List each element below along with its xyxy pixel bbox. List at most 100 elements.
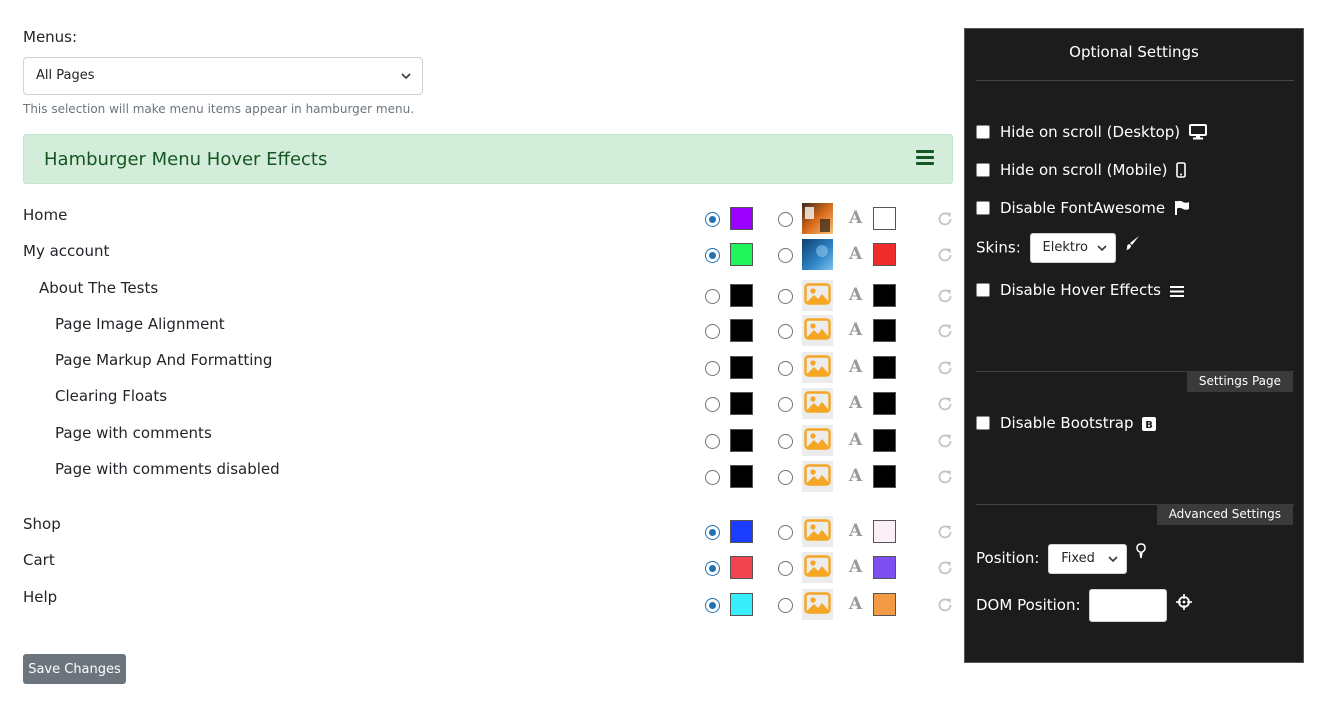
text-color-swatch[interactable]	[872, 519, 897, 544]
text-color-swatch[interactable]	[872, 555, 897, 580]
reset-icon[interactable]	[936, 468, 954, 486]
text-color-icon: A	[849, 320, 863, 340]
color-mode-radio[interactable]	[705, 525, 720, 540]
color-mode-radio[interactable]	[705, 212, 720, 227]
image-mode-radio[interactable]	[778, 324, 793, 339]
position-select[interactable]: Fixed	[1048, 543, 1128, 574]
color-mode-radio[interactable]	[705, 289, 720, 304]
image-thumbnail[interactable]	[802, 203, 833, 234]
reset-icon[interactable]	[936, 210, 954, 228]
image-mode-radio[interactable]	[778, 470, 793, 485]
hide-scroll-mobile-checkbox[interactable]	[976, 163, 990, 177]
background-color-swatch[interactable]	[729, 555, 754, 580]
settings-page-tab[interactable]: Settings Page	[1186, 371, 1293, 392]
disable-bootstrap-checkbox[interactable]	[976, 416, 990, 430]
image-placeholder-icon[interactable]	[802, 388, 833, 419]
text-color-swatch[interactable]	[872, 355, 897, 380]
image-mode-radio[interactable]	[778, 289, 793, 304]
background-color-swatch[interactable]	[729, 519, 754, 544]
background-color-swatch[interactable]	[729, 206, 754, 231]
image-mode-radio[interactable]	[778, 212, 793, 227]
hide-scroll-mobile-option[interactable]: Hide on scroll (Mobile)	[976, 161, 1187, 183]
image-placeholder-icon[interactable]	[802, 425, 833, 456]
reset-icon[interactable]	[936, 395, 954, 413]
background-color-swatch[interactable]	[729, 242, 754, 267]
text-color-swatch[interactable]	[872, 283, 897, 308]
bars-icon	[1169, 284, 1184, 302]
hide-scroll-desktop-checkbox[interactable]	[976, 125, 990, 139]
position-option: Position: Fixed	[976, 543, 1146, 577]
image-mode-radio[interactable]	[778, 361, 793, 376]
image-thumbnail[interactable]	[802, 239, 833, 270]
reset-icon[interactable]	[936, 523, 954, 541]
advanced-settings-tab[interactable]: Advanced Settings	[1156, 504, 1293, 525]
disable-bootstrap-option[interactable]: Disable Bootstrap B	[976, 414, 1157, 436]
image-mode-radio[interactable]	[778, 397, 793, 412]
reset-icon[interactable]	[936, 432, 954, 450]
background-color-swatch[interactable]	[729, 283, 754, 308]
panel-title: Optional Settings	[1069, 43, 1199, 61]
image-placeholder-icon[interactable]	[802, 352, 833, 383]
image-mode-radio[interactable]	[778, 598, 793, 613]
text-color-icon: A	[849, 594, 863, 614]
menu-item-row: My account A	[0, 239, 960, 272]
text-color-swatch[interactable]	[872, 464, 897, 489]
background-color-swatch[interactable]	[729, 355, 754, 380]
skins-select[interactable]: Elektro	[1029, 233, 1116, 263]
text-color-swatch[interactable]	[872, 592, 897, 617]
disable-hover-checkbox[interactable]	[976, 283, 990, 297]
color-mode-radio[interactable]	[705, 470, 720, 485]
color-mode-radio[interactable]	[705, 248, 720, 263]
hamburger-icon[interactable]	[915, 149, 935, 166]
reset-icon[interactable]	[936, 559, 954, 577]
dom-position-input[interactable]	[1089, 589, 1168, 622]
chevron-down-icon	[1096, 235, 1108, 272]
text-color-swatch[interactable]	[872, 318, 897, 343]
color-mode-radio[interactable]	[705, 324, 720, 339]
reset-icon[interactable]	[936, 287, 954, 305]
text-color-swatch[interactable]	[872, 428, 897, 453]
menus-select[interactable]: All Pages	[23, 57, 423, 95]
color-mode-radio[interactable]	[705, 434, 720, 449]
color-mode-radio[interactable]	[705, 397, 720, 412]
hide-scroll-mobile-label: Hide on scroll (Mobile)	[1000, 161, 1168, 179]
color-mode-radio[interactable]	[705, 361, 720, 376]
hide-scroll-desktop-option[interactable]: Hide on scroll (Desktop)	[976, 123, 1207, 145]
save-changes-button[interactable]: Save Changes	[23, 654, 126, 684]
hide-scroll-desktop-label: Hide on scroll (Desktop)	[1000, 123, 1181, 141]
image-placeholder-icon[interactable]	[802, 589, 833, 620]
reset-icon[interactable]	[936, 322, 954, 340]
background-color-swatch[interactable]	[729, 464, 754, 489]
map-pin-icon	[1136, 543, 1146, 563]
disable-hover-option[interactable]: Disable Hover Effects	[976, 281, 1184, 303]
image-placeholder-icon[interactable]	[802, 315, 833, 346]
crosshairs-icon[interactable]	[1176, 594, 1193, 614]
text-color-swatch[interactable]	[872, 206, 897, 231]
reset-icon[interactable]	[936, 246, 954, 264]
image-mode-radio[interactable]	[778, 434, 793, 449]
image-mode-radio[interactable]	[778, 561, 793, 576]
background-color-swatch[interactable]	[729, 318, 754, 343]
reset-icon[interactable]	[936, 596, 954, 614]
disable-fontawesome-checkbox[interactable]	[976, 201, 990, 215]
text-color-swatch[interactable]	[872, 242, 897, 267]
menu-item-label: Home	[23, 206, 68, 224]
color-mode-radio[interactable]	[705, 598, 720, 613]
image-placeholder-icon[interactable]	[802, 280, 833, 311]
image-mode-radio[interactable]	[778, 525, 793, 540]
reset-icon[interactable]	[936, 359, 954, 377]
background-color-swatch[interactable]	[729, 428, 754, 453]
color-mode-radio[interactable]	[705, 561, 720, 576]
menu-item-row: Help A	[0, 588, 960, 620]
disable-fontawesome-option[interactable]: Disable FontAwesome	[976, 199, 1190, 221]
text-color-swatch[interactable]	[872, 391, 897, 416]
image-placeholder-icon[interactable]	[802, 552, 833, 583]
background-color-swatch[interactable]	[729, 592, 754, 617]
image-placeholder-icon[interactable]	[802, 461, 833, 492]
text-color-icon: A	[849, 557, 863, 577]
disable-fontawesome-label: Disable FontAwesome	[1000, 199, 1166, 217]
background-color-swatch[interactable]	[729, 391, 754, 416]
menu-item-label: Page with comments	[55, 424, 212, 442]
image-mode-radio[interactable]	[778, 248, 793, 263]
image-placeholder-icon[interactable]	[802, 516, 833, 547]
